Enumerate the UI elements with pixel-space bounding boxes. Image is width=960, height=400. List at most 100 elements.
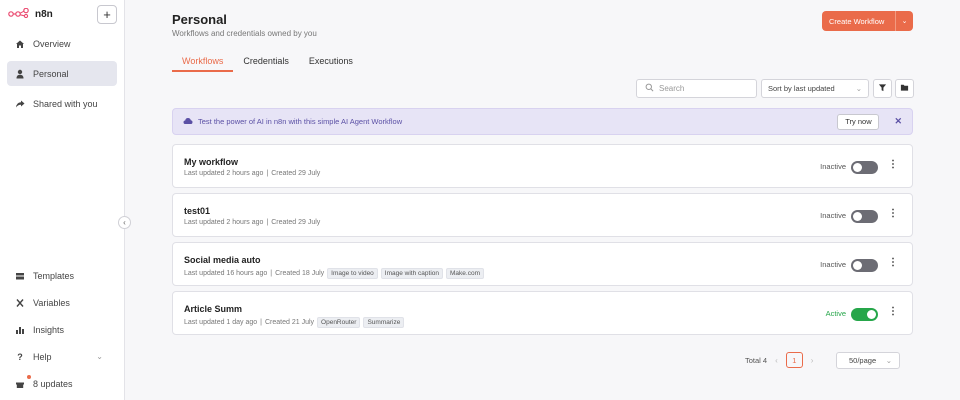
- workflow-updated: Last updated 1 day ago: [184, 319, 258, 326]
- sidebar-item-label: Overview: [33, 38, 71, 49]
- folder-icon: [900, 83, 909, 94]
- filter-button[interactable]: [873, 79, 892, 98]
- sidebar-item-label: Insights: [33, 324, 65, 335]
- sidebar-item-label: Shared with you: [33, 98, 98, 109]
- create-workflow-button[interactable]: Create Workflow ⌄: [822, 11, 913, 31]
- search-input[interactable]: [659, 84, 749, 93]
- active-toggle[interactable]: [851, 308, 878, 321]
- sidebar-item-label: Personal: [33, 68, 69, 79]
- search-icon: [645, 83, 654, 94]
- sidebar-item-label: Variables: [33, 297, 70, 308]
- sidebar-item-insights[interactable]: Insights: [7, 317, 117, 342]
- workflow-created: Created 29 July: [271, 170, 321, 177]
- workflow-updated: Last updated 2 hours ago: [184, 170, 264, 177]
- more-options-icon[interactable]: ⋮: [888, 307, 898, 317]
- n8n-logo-icon: [8, 7, 30, 20]
- page-number-button[interactable]: 1: [785, 352, 803, 368]
- workflow-name: My workflow: [184, 157, 239, 167]
- banner-text: Test the power of AI in n8n with this si…: [198, 117, 403, 126]
- try-now-button[interactable]: Try now: [837, 113, 880, 130]
- workflow-updated: Last updated 16 hours ago: [184, 270, 268, 277]
- sidebar-item-help[interactable]: ? Help ⌄: [7, 344, 117, 369]
- sort-value: Sort by last updated: [768, 84, 835, 93]
- workflow-updated: Last updated 2 hours ago: [184, 219, 264, 226]
- tab-executions[interactable]: Executions: [299, 52, 363, 72]
- sidebar-item-personal[interactable]: Personal: [7, 61, 117, 86]
- sidebar-bottom-nav: Templates Variables Insights ? Help ⌄ 8 …: [7, 263, 117, 398]
- add-button[interactable]: +: [97, 5, 117, 24]
- sidebar: n8n + Overview Personal Shared with you …: [0, 0, 131, 400]
- workflow-tag[interactable]: Image to video: [327, 268, 378, 279]
- workflow-card[interactable]: test01 Last updated 2 hours ago | Created 2…: [172, 193, 913, 237]
- workflow-meta: Last updated 1 day ago | Created 21 July Op…: [184, 317, 405, 328]
- sort-select[interactable]: Sort by last updated ⌄: [761, 79, 869, 98]
- page-title: Personal: [172, 12, 227, 27]
- active-toggle[interactable]: [851, 259, 878, 272]
- more-options-icon[interactable]: ⋮: [888, 209, 898, 219]
- workflow-tag[interactable]: Summarize: [363, 317, 405, 328]
- total-count: Total 4: [745, 355, 768, 365]
- workflow-status: Active: [825, 309, 846, 318]
- workflow-status: Inactive: [820, 260, 846, 269]
- help-icon: ?: [17, 351, 23, 362]
- workflow-created: Created 18 July: [275, 270, 325, 277]
- workflow-tag[interactable]: OpenRouter: [317, 317, 361, 328]
- workflow-card[interactable]: Social media auto Last updated 16 hours a…: [172, 242, 913, 286]
- active-toggle[interactable]: [851, 210, 878, 223]
- workflow-tag[interactable]: Image with caption: [380, 268, 443, 279]
- per-page-select[interactable]: 50/page ⌄: [836, 352, 900, 369]
- sidebar-item-overview[interactable]: Overview: [7, 31, 117, 56]
- home-icon: [15, 39, 25, 49]
- close-icon[interactable]: ✕: [894, 116, 902, 127]
- workflow-status: Inactive: [820, 162, 846, 171]
- chevron-down-icon: ⌄: [96, 352, 103, 361]
- chevron-down-icon[interactable]: ⌄: [896, 17, 913, 25]
- sidebar-item-label: Help: [33, 351, 52, 362]
- brand-name: n8n: [35, 8, 53, 20]
- sidebar-top-nav: Overview Personal Shared with you: [7, 31, 117, 121]
- workflow-meta: Last updated 2 hours ago | Created 29 July: [184, 170, 320, 177]
- sidebar-item-templates[interactable]: Templates: [7, 263, 117, 288]
- workflow-list: My workflow Last updated 2 hours ago | Crea…: [172, 144, 913, 340]
- workflow-name: Article Summ: [184, 304, 243, 314]
- page-subtitle: Workflows and credentials owned by you: [172, 29, 317, 38]
- variables-icon: [15, 298, 25, 308]
- search-box[interactable]: [636, 79, 757, 98]
- workflow-tag[interactable]: Make.com: [446, 268, 484, 279]
- tab-credentials[interactable]: Credentials: [233, 52, 299, 72]
- meta-separator: |: [266, 170, 269, 177]
- share-icon: [15, 99, 25, 109]
- workflow-card[interactable]: Article Summ Last updated 1 day ago | Creat…: [172, 291, 913, 335]
- sidebar-item-variables[interactable]: Variables: [7, 290, 117, 315]
- brand[interactable]: n8n: [8, 7, 53, 20]
- sidebar-item-label: Templates: [33, 270, 75, 281]
- chevron-left-icon[interactable]: ‹: [775, 356, 778, 365]
- more-options-icon[interactable]: ⋮: [888, 258, 898, 268]
- sidebar-item-shared[interactable]: Shared with you: [7, 91, 117, 116]
- insights-icon: [15, 325, 25, 335]
- workflow-name: test01: [184, 206, 211, 216]
- more-options-icon[interactable]: ⋮: [888, 160, 898, 170]
- chevron-down-icon: ⌄: [855, 84, 862, 93]
- workflow-name: Social media auto: [184, 255, 261, 265]
- folder-button[interactable]: [895, 79, 914, 98]
- chevron-right-icon[interactable]: ›: [811, 356, 814, 365]
- sidebar-item-updates[interactable]: 8 updates: [7, 371, 117, 396]
- tabs: Workflows Credentials Executions: [172, 52, 363, 72]
- active-toggle[interactable]: [851, 161, 878, 174]
- meta-separator: |: [270, 270, 273, 277]
- gift-icon: [15, 379, 25, 389]
- meta-separator: |: [260, 319, 262, 326]
- workflow-status: Inactive: [820, 211, 846, 220]
- ai-agent-banner: Test the power of AI in n8n with this si…: [172, 108, 913, 135]
- workflow-meta: Last updated 2 hours ago | Created 29 July: [184, 219, 320, 226]
- workflow-card[interactable]: My workflow Last updated 2 hours ago | Crea…: [172, 144, 913, 188]
- user-icon: [15, 69, 25, 79]
- create-workflow-label: Create Workflow: [829, 16, 885, 26]
- workflow-created: Created 29 July: [271, 219, 321, 226]
- main-content: Personal Workflows and credentials owned…: [125, 0, 960, 400]
- chevron-down-icon: ⌄: [885, 356, 892, 365]
- tab-workflows[interactable]: Workflows: [172, 52, 234, 72]
- notification-dot: [27, 375, 31, 379]
- cloud-icon: [183, 117, 193, 127]
